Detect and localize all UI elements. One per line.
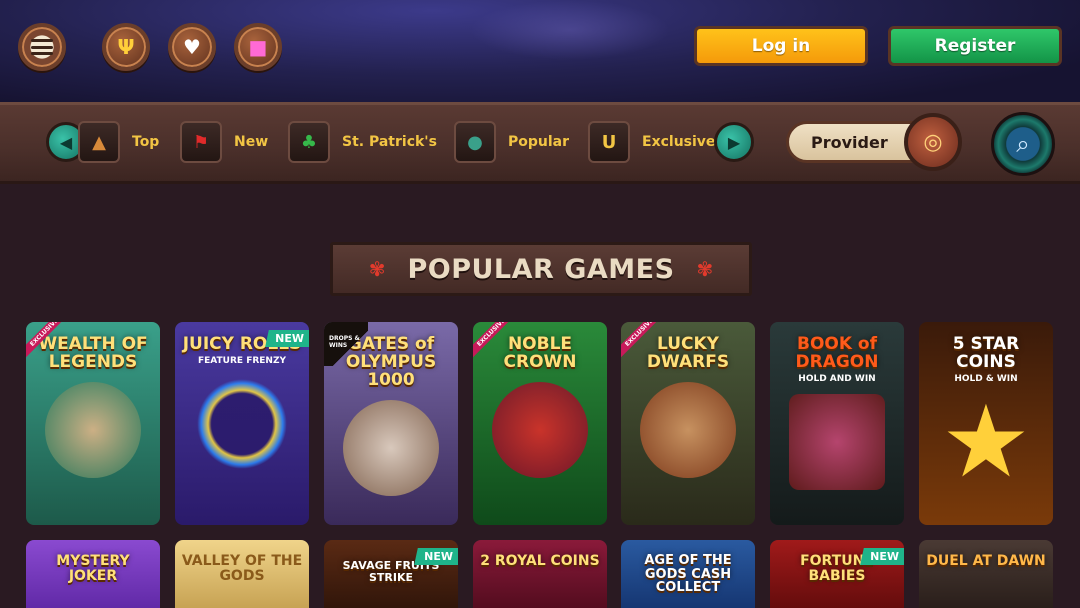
game-artwork [45, 381, 141, 478]
new-badge: NEW [414, 548, 458, 565]
game-title: MYSTERY JOKER [56, 553, 130, 584]
game-tile-noble-crown[interactable]: EXCLUSIVE NOBLE CROWN [473, 322, 607, 525]
category-label: Exclusive [642, 134, 716, 150]
search-icon: ⌕ [1016, 130, 1030, 158]
game-tile-book-of-dragon[interactable]: BOOK of DRAGON HOLD AND WIN [770, 322, 904, 525]
flag-icon: ⚑ [180, 121, 222, 163]
provider-label: Provider [811, 132, 888, 152]
game-artwork [492, 381, 588, 478]
section-title: POPULAR GAMES [407, 253, 675, 285]
gift-icon: ■ [248, 35, 268, 59]
game-tile-valley-of-the-gods[interactable]: VALLEY OF THE GODS [175, 540, 309, 608]
game-tile-gates-of-olympus[interactable]: DROPS & WINS GATES of OLYMPUS 1000 [324, 322, 458, 525]
arrow-right-icon: ▶ [727, 132, 741, 152]
casino-trident-icon: Ψ [117, 35, 135, 59]
category-top[interactable]: ▲ Top [78, 120, 159, 164]
category-exclusive[interactable]: U Exclusive [588, 120, 715, 164]
category-label: Popular [508, 134, 570, 150]
category-next-button[interactable]: ▶ [714, 122, 754, 162]
game-artwork [789, 393, 885, 490]
playing-cards-icon: ♥ [183, 35, 201, 59]
game-title: WEALTH OF LEGENDS [38, 334, 148, 372]
live-casino-button[interactable]: ♥ [168, 23, 216, 71]
reel-glyph-icon: ◎ [923, 129, 943, 155]
game-title: DUEL AT DAWN [926, 553, 1046, 569]
drops-wins-badge: DROPS & WINS [324, 322, 368, 366]
game-tile-duel-at-dawn[interactable]: DUEL AT DAWN [919, 540, 1053, 608]
casino-button[interactable]: Ψ [102, 23, 150, 71]
game-tile-age-of-the-gods[interactable]: AGE OF THE GODS CASH COLLECT [621, 540, 755, 608]
game-title: AGE OF THE GODS CASH COLLECT [644, 553, 732, 596]
category-label: Top [132, 134, 160, 150]
game-tile-royal-coins[interactable]: 2 ROYAL COINS [473, 540, 607, 608]
game-title: 2 ROYAL COINS [480, 553, 600, 569]
game-title: NOBLE CROWN [503, 334, 577, 372]
game-tile-5-star-coins[interactable]: 5 STAR COINS HOLD & WIN ★ [919, 322, 1053, 525]
game-title: LUCKY DWARFS [646, 334, 730, 372]
new-badge: NEW [265, 330, 309, 347]
menu-button[interactable] [18, 23, 66, 71]
category-popular[interactable]: ● Popular [454, 120, 569, 164]
game-artwork [343, 399, 439, 496]
leprechaun-hat-icon: ♣ [288, 121, 330, 163]
game-tile-savage-fruits-strike[interactable]: NEW SAVAGE FRUITS STRIKE [324, 540, 458, 608]
category-label: New [234, 134, 269, 150]
search-button[interactable]: ⌕ [991, 112, 1055, 176]
login-button[interactable]: Log in [694, 26, 868, 66]
game-tile-juicy-rolls[interactable]: NEW JUICY ROLLS FEATURE FRENZY [175, 322, 309, 525]
game-subtitle: FEATURE FRENZY [197, 355, 287, 366]
game-title: VALLEY OF THE GODS [181, 553, 303, 584]
section-title-banner: ✾ POPULAR GAMES ✾ [330, 242, 752, 296]
game-title: BOOK of DRAGON [795, 334, 879, 372]
slot-reel-icon[interactable]: ◎ [904, 113, 962, 171]
horseshoe-icon: U [588, 121, 630, 163]
fire-icon: ● [454, 121, 496, 163]
game-tile-mystery-joker[interactable]: MYSTERY JOKER [26, 540, 160, 608]
arrow-left-icon: ◀ [59, 132, 73, 152]
new-badge: NEW [860, 548, 904, 565]
game-tile-fortune-babies[interactable]: NEW FORTUNE BABIES [770, 540, 904, 608]
flower-ornament-icon: ✾ [368, 257, 386, 281]
category-new[interactable]: ⚑ New [180, 120, 268, 164]
pot-icon: ▲ [78, 121, 120, 163]
game-subtitle: HOLD AND WIN [798, 373, 876, 384]
game-artwork [640, 381, 736, 478]
category-label: St. Patrick's [342, 134, 437, 150]
star-artwork-icon: ★ [941, 382, 1031, 500]
game-title: 5 STAR COINS [952, 334, 1020, 372]
register-button[interactable]: Register [888, 26, 1062, 66]
promotions-button[interactable]: ■ [234, 23, 282, 71]
game-tile-lucky-dwarfs[interactable]: EXCLUSIVE LUCKY DWARFS [621, 322, 755, 525]
hamburger-icon [31, 39, 53, 55]
game-artwork [194, 375, 290, 472]
category-st-patricks[interactable]: ♣ St. Patrick's [288, 120, 437, 164]
game-tile-wealth-of-legends[interactable]: EXCLUSIVE WEALTH OF LEGENDS [26, 322, 160, 525]
flower-ornament-icon: ✾ [696, 257, 714, 281]
